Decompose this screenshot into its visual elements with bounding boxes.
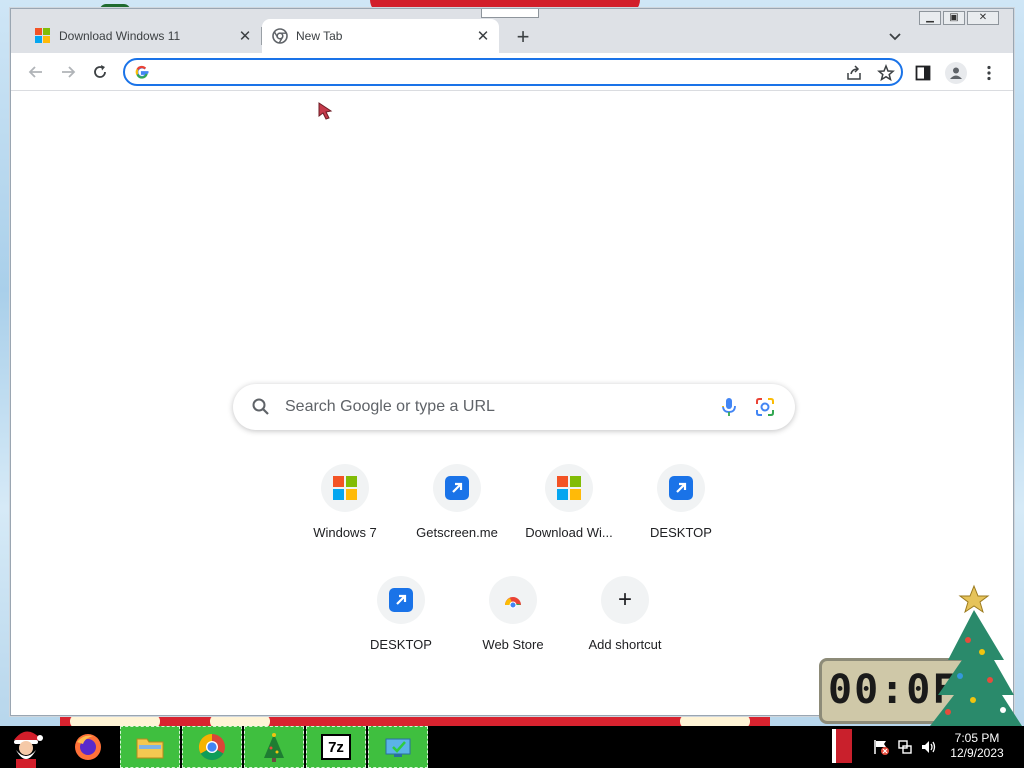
windows-logo-icon (557, 476, 581, 500)
shortcut-label: Getscreen.me (416, 525, 498, 540)
taskbar-firefox[interactable] (58, 726, 118, 768)
shortcut-label: DESKTOP (370, 637, 432, 652)
shortcut-desktop-2[interactable]: DESKTOP (345, 576, 457, 676)
windows-logo-icon (35, 28, 51, 44)
kebab-menu-icon (987, 65, 991, 81)
search-icon (252, 398, 269, 415)
chrome-menu-button[interactable] (979, 63, 999, 83)
toolbar (11, 53, 1013, 91)
tab-title: Download Windows 11 (59, 29, 181, 43)
tab-title: New Tab (296, 29, 343, 43)
taskbar: 7z 7:05 PM 12/9/2023 (0, 726, 1024, 768)
reload-button[interactable] (87, 59, 113, 85)
monitor-app-icon (385, 738, 411, 757)
add-shortcut-button[interactable]: + Add shortcut (569, 576, 681, 676)
taskbar-clock[interactable]: 7:05 PM 12/9/2023 (946, 731, 1008, 761)
reload-icon (94, 65, 106, 78)
google-g-icon (135, 65, 149, 79)
tab-download-windows-11[interactable]: Download Windows 11 ✕ (25, 19, 261, 53)
tab-new-tab[interactable]: New Tab ✕ (262, 19, 499, 53)
windows-logo-icon (333, 476, 357, 500)
taskbar-7zip[interactable]: 7z (306, 726, 366, 768)
tab-strip: Download Windows 11 ✕ New Tab ✕ + ▁ ▣ ✕ (11, 9, 1013, 53)
7zip-icon-label: 7z (328, 738, 344, 756)
shortcut-icon-bg (545, 464, 593, 512)
share-icon[interactable] (845, 64, 863, 82)
voice-search-icon[interactable] (719, 396, 739, 418)
shortcut-icon-bg (377, 576, 425, 624)
window-controls: ▁ ▣ ✕ (917, 11, 999, 27)
shortcut-windows-7[interactable]: Windows 7 (289, 464, 401, 564)
clock-date: 12/9/2023 (950, 746, 1004, 760)
side-panel-icon (915, 65, 931, 81)
shortcut-label: Add shortcut (588, 637, 662, 652)
shortcut-arrow-icon (445, 476, 469, 500)
mouse-cursor-icon (318, 102, 333, 120)
forward-button[interactable] (55, 59, 81, 85)
shortcut-arrow-icon (669, 476, 693, 500)
7zip-icon: 7z (321, 734, 351, 760)
chrome-window: Download Windows 11 ✕ New Tab ✕ + ▁ ▣ ✕ (10, 8, 1014, 716)
shortcut-web-store[interactable]: Web Store (457, 576, 569, 676)
plus-icon: + (617, 586, 632, 613)
shortcut-download-windows[interactable]: Download Wi... (513, 464, 625, 564)
maximize-button[interactable]: ▣ (943, 11, 965, 25)
window-drag-handle[interactable] (481, 9, 539, 18)
search-placeholder: Search Google or type a URL (285, 398, 495, 415)
profile-avatar-icon (950, 67, 962, 79)
christmas-tree-gadget-icon (930, 584, 1022, 726)
action-center-flag-icon[interactable] (872, 738, 890, 756)
shortcut-icon-bg (489, 576, 537, 624)
taskbar-chrome[interactable] (182, 726, 242, 768)
show-desktop-strip[interactable] (832, 729, 852, 763)
shortcut-icon-bg: + (601, 576, 649, 624)
back-button[interactable] (23, 59, 49, 85)
shortcut-label: Windows 7 (313, 525, 377, 540)
shortcut-desktop-1[interactable]: DESKTOP (625, 464, 737, 564)
clock-time: 7:05 PM (954, 731, 1000, 745)
bookmark-star-icon[interactable] (877, 64, 895, 82)
back-arrow-icon (28, 66, 42, 78)
start-button-santa-icon[interactable] (4, 726, 48, 768)
google-lens-icon[interactable] (754, 396, 776, 418)
minimize-button[interactable]: ▁ (919, 11, 941, 25)
chrome-icon (198, 733, 225, 761)
close-window-button[interactable]: ✕ (967, 11, 999, 25)
christmas-tree-app-icon (264, 733, 284, 762)
close-tab-icon[interactable]: ✕ (235, 26, 255, 46)
chrome-web-store-icon (505, 597, 521, 609)
shortcut-arrow-icon (389, 588, 413, 612)
firefox-icon (75, 734, 101, 760)
shortcut-label: Download Wi... (525, 525, 613, 540)
profile-button[interactable] (945, 62, 967, 84)
new-tab-button[interactable]: + (511, 24, 535, 49)
volume-icon[interactable] (920, 738, 938, 756)
shortcut-label: Web Store (482, 637, 544, 652)
ntp-search-box[interactable]: Search Google or type a URL (233, 384, 795, 430)
taskbar-christmas-tree-app[interactable] (244, 726, 304, 768)
omnibox[interactable] (123, 58, 903, 86)
shortcut-icon-bg (433, 464, 481, 512)
chrome-icon (272, 28, 288, 44)
taskbar-monitor-app[interactable] (368, 726, 428, 768)
shortcut-icon-bg (321, 464, 369, 512)
address-input[interactable] (157, 62, 837, 82)
shortcut-label: DESKTOP (650, 525, 712, 540)
shortcut-icon-bg (657, 464, 705, 512)
side-panel-button[interactable] (913, 63, 933, 83)
shortcut-getscreen-me[interactable]: Getscreen.me (401, 464, 513, 564)
taskbar-file-explorer[interactable] (120, 726, 180, 768)
close-tab-icon[interactable]: ✕ (473, 26, 493, 46)
network-icon[interactable] (896, 738, 914, 756)
chevron-down-icon[interactable] (885, 27, 905, 47)
forward-arrow-icon (62, 66, 76, 78)
file-explorer-icon (136, 738, 164, 759)
